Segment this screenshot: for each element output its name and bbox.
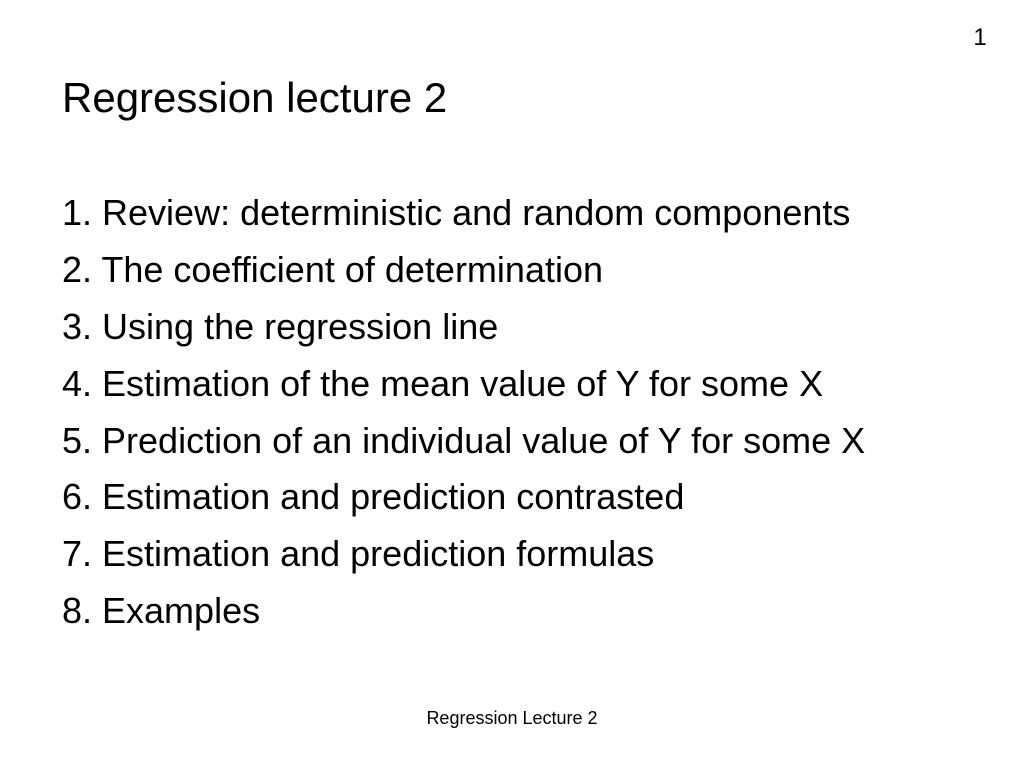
agenda-item-2: 2. The coefficient of determination xyxy=(62,248,604,290)
agenda-item-6: 6. Estimation and prediction contrasted xyxy=(62,476,685,518)
agenda-item-8: 8. Examples xyxy=(62,590,261,632)
agenda-item-7: 7. Estimation and prediction formulas xyxy=(62,533,655,575)
slide: 1 Regression lecture 2 1. Review: determ… xyxy=(0,0,1024,768)
agenda-item-3: 3. Using the regression line xyxy=(62,305,499,347)
slide-title: Regression lecture 2 xyxy=(62,74,448,121)
slide-number: 1 xyxy=(973,24,987,51)
agenda-item-1: 1. Review: deterministic and random comp… xyxy=(62,192,851,233)
agenda-list: 1. Review: deterministic and random comp… xyxy=(62,185,865,640)
agenda-item-5: 5. Prediction of an individual value of … xyxy=(62,419,866,461)
agenda-item-4: 4. Estimation of the mean value of Y for… xyxy=(62,362,824,404)
slide-footer: Regression Lecture 2 xyxy=(426,708,598,728)
